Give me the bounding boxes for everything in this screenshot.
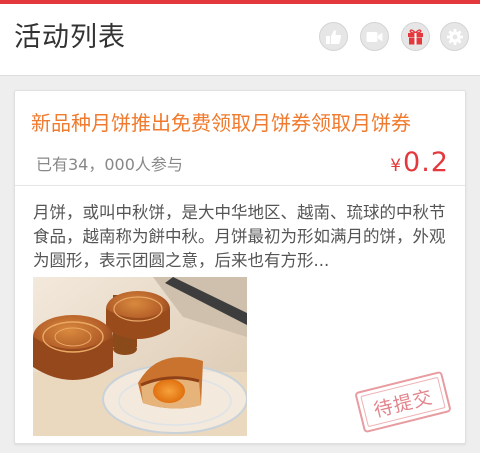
card-divider: [15, 185, 465, 186]
activity-price: ¥0.2: [390, 147, 449, 182]
mooncake-photo[interactable]: [33, 277, 247, 436]
activity-card[interactable]: 新品种月饼推出免费领取月饼券领取月饼券 已有34，000人参与 ¥0.2 月饼，…: [14, 90, 466, 444]
status-stamp-text: 待提交: [371, 385, 436, 422]
video-camera-icon[interactable]: [360, 22, 389, 51]
gift-icon[interactable]: [401, 22, 430, 51]
price-value: 0.2: [403, 147, 449, 178]
activity-title[interactable]: 新品种月饼推出免费领取月饼券领取月饼券: [31, 108, 461, 138]
thumbs-up-icon[interactable]: [319, 22, 348, 51]
page-header: 活动列表: [0, 4, 480, 76]
participant-count: 已有34，000人参与: [36, 155, 183, 174]
page-title: 活动列表: [14, 22, 126, 53]
currency-symbol: ¥: [390, 156, 402, 176]
gear-icon[interactable]: [440, 22, 469, 51]
status-stamp: 待提交: [354, 370, 452, 434]
activity-description: 月饼，或叫中秋饼，是大中华地区、越南、琉球的中秋节食品，越南称为餅中秋。月饼最初…: [33, 203, 446, 270]
